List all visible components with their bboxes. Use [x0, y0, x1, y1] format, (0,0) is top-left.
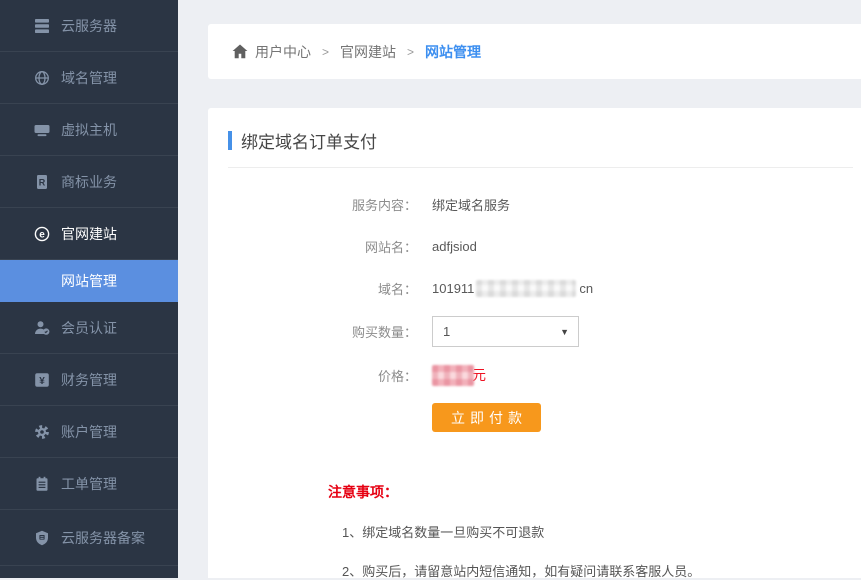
breadcrumb-item-website-builder[interactable]: 官网建站	[340, 42, 396, 62]
sidebar-item-virtual-host[interactable]: 虚拟主机	[0, 104, 178, 156]
breadcrumb-item-site-management[interactable]: 网站管理	[425, 42, 481, 62]
breadcrumb-separator: >	[322, 45, 329, 59]
sidebar-item-domain[interactable]: 域名管理	[0, 52, 178, 104]
sidebar-item-label: 虚拟主机	[61, 120, 117, 140]
domain-value-suffix: cn	[579, 281, 593, 296]
finance-yuan-icon: ¥	[34, 372, 50, 388]
virtual-host-icon	[34, 122, 50, 138]
service-label: 服务内容：	[228, 195, 417, 214]
cloud-server-icon	[34, 18, 50, 34]
title-divider	[228, 167, 853, 168]
trademark-icon: R	[34, 174, 50, 190]
page-title: 绑定域名订单支付	[241, 128, 377, 153]
breadcrumb-item-user-center[interactable]: 用户中心	[255, 42, 311, 62]
form-row-service: 服务内容： 绑定域名服务	[228, 190, 853, 218]
price-value: 元	[432, 365, 486, 386]
breadcrumb-separator: >	[407, 45, 414, 59]
form-row-quantity: 购买数量： 1 ▼	[228, 316, 853, 347]
domain-value: 101911 cn	[432, 280, 593, 297]
breadcrumb: 用户中心 > 官网建站 > 网站管理	[208, 24, 861, 79]
order-form: 服务内容： 绑定域名服务 网站名： adfjsiod 域名： 101911 cn…	[228, 190, 853, 432]
quantity-field-wrap: 1 ▼	[432, 316, 579, 347]
sidebar-item-label: 云服务器	[61, 16, 117, 36]
quantity-selected-value: 1	[443, 324, 450, 339]
notes-section: 注意事项： 1、绑定域名数量一旦购买不可退款 2、购买后，请留意站内短信通知，如…	[328, 482, 853, 580]
sidebar-item-label: 会员认证	[61, 318, 117, 338]
sidebar: 云服务器 域名管理 虚拟主机 R 商标业务 e 官网建站 网站管理 会员认证	[0, 0, 178, 578]
pay-now-button[interactable]: 立即付款	[432, 403, 541, 432]
filing-shield-icon	[34, 530, 50, 546]
sidebar-item-label: 财务管理	[61, 370, 117, 390]
form-row-domain: 域名： 101911 cn	[228, 274, 853, 302]
sidebar-item-finance[interactable]: ¥ 财务管理	[0, 354, 178, 406]
price-unit: 元	[472, 365, 486, 385]
sidebar-item-website-builder[interactable]: e 官网建站	[0, 208, 178, 260]
sidebar-item-label: 域名管理	[61, 68, 117, 88]
account-gear-icon	[34, 424, 50, 440]
domain-globe-icon	[34, 70, 50, 86]
site-name-label: 网站名：	[228, 237, 417, 256]
member-verify-icon	[34, 320, 50, 336]
service-value: 绑定域名服务	[432, 195, 510, 214]
sidebar-item-work-order[interactable]: 工单管理	[0, 458, 178, 510]
sidebar-subitem-site-management[interactable]: 网站管理	[0, 260, 178, 302]
chevron-down-icon: ▼	[560, 327, 569, 337]
order-payment-panel: 绑定域名订单支付 服务内容： 绑定域名服务 网站名： adfjsiod 域名： …	[208, 108, 861, 578]
content-area: 用户中心 > 官网建站 > 网站管理 绑定域名订单支付 服务内容： 绑定域名服务…	[208, 0, 861, 578]
title-accent-bar	[228, 131, 232, 150]
sidebar-item-trademark[interactable]: R 商标业务	[0, 156, 178, 208]
sidebar-item-account[interactable]: 账户管理	[0, 406, 178, 458]
sidebar-item-server-filing[interactable]: 云服务器备案	[0, 510, 178, 566]
svg-text:R: R	[39, 177, 46, 187]
sidebar-item-label: 官网建站	[61, 224, 117, 244]
svg-text:e: e	[39, 229, 45, 240]
quantity-label: 购买数量：	[228, 322, 417, 341]
sidebar-item-label: 账户管理	[61, 422, 117, 442]
quantity-select[interactable]: 1 ▼	[432, 316, 579, 347]
domain-label: 域名：	[228, 279, 417, 298]
sidebar-item-label: 商标业务	[61, 172, 117, 192]
website-builder-icon: e	[34, 226, 50, 242]
note-item-1: 1、绑定域名数量一旦购买不可退款	[342, 522, 853, 541]
notes-title: 注意事项：	[328, 482, 853, 502]
sidebar-item-cloud-server[interactable]: 云服务器	[0, 0, 178, 52]
sidebar-subitem-label: 网站管理	[61, 271, 117, 291]
domain-redaction-mosaic	[476, 280, 576, 297]
note-item-2: 2、购买后，请留意站内短信通知，如有疑问请联系客服人员。	[342, 561, 853, 580]
form-row-price: 价格： 元	[228, 361, 853, 389]
form-row-site-name: 网站名： adfjsiod	[228, 232, 853, 260]
work-order-icon	[34, 476, 50, 492]
price-label: 价格：	[228, 366, 417, 385]
home-icon	[232, 44, 248, 59]
sidebar-item-label: 工单管理	[61, 474, 117, 494]
panel-title-row: 绑定域名订单支付	[228, 128, 853, 153]
sidebar-item-label: 云服务器备案	[61, 528, 145, 548]
site-name-value: adfjsiod	[432, 239, 477, 254]
sidebar-item-member-verify[interactable]: 会员认证	[0, 302, 178, 354]
domain-value-prefix: 101911	[432, 281, 474, 296]
price-redaction-mosaic	[432, 365, 474, 386]
svg-text:¥: ¥	[39, 376, 45, 387]
